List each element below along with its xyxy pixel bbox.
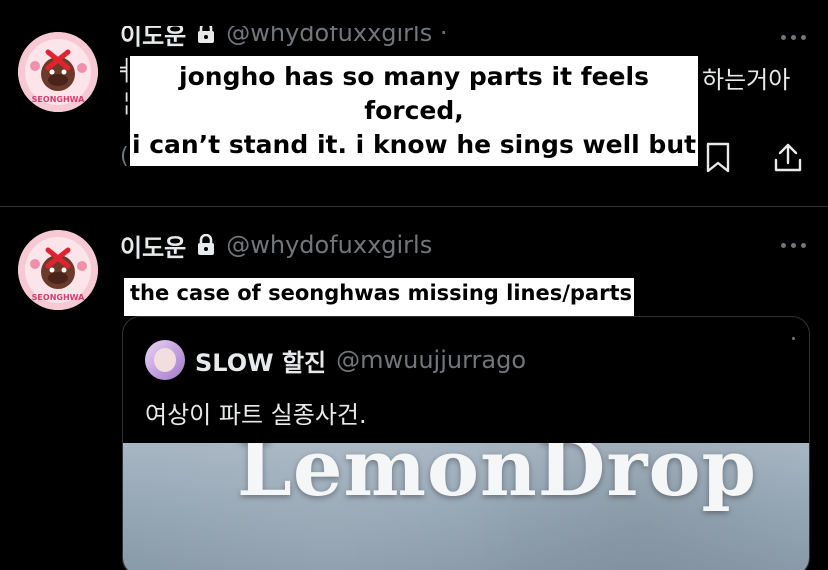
quote-header: SLOW 할진 @mwuujjurrago [145, 340, 526, 380]
media-title: LemonDrop [237, 443, 758, 514]
tweet-2[interactable]: SEONGHWA 이도운 @whydofuxxgirls the case of… [0, 0, 828, 570]
avatar-image: SEONGHWA [18, 230, 98, 310]
quote-handle[interactable]: @mwuujjurrago [336, 346, 526, 374]
display-name[interactable]: 이도운 [120, 228, 186, 263]
quote-media[interactable]: LemonDrop [123, 443, 809, 570]
more-icon [792, 337, 795, 340]
avatar[interactable]: SEONGHWA [18, 230, 98, 310]
lock-icon [196, 234, 216, 256]
quote-display-name[interactable]: SLOW 할진 [195, 343, 326, 378]
more-icon[interactable] [781, 243, 806, 248]
quote-text: 여상이 파트 실종사건. [145, 401, 367, 429]
tweet-header: 이도운 @whydofuxxgirls [120, 228, 432, 262]
svg-text:SEONGHWA: SEONGHWA [32, 293, 85, 302]
caption-overlay: the case of seonghwas missing lines/part… [124, 278, 634, 316]
quote-avatar[interactable] [145, 340, 185, 380]
handle[interactable]: @whydofuxxgirls [226, 231, 432, 259]
quote-tweet-card[interactable]: SLOW 할진 @mwuujjurrago 여상이 파트 실종사건. Lemon… [122, 316, 810, 570]
